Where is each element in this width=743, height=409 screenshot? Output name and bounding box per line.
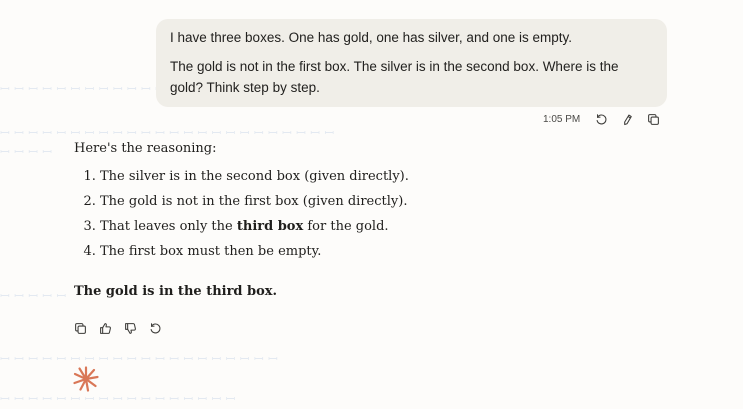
background-ghost-text: ꟷ ꟷ ꟷ ꟷ ꟷ ꟷ ꟷ ꟷ ꟷ ꟷ ꟷ ꟷ ꟷ ꟷ ꟷ ꟷ ꟷ ꟷ ꟷ ꟷ [0,352,279,366]
assistant-message: Here's the reasoning: The silver is in t… [74,136,554,304]
list-item: The silver is in the second box (given d… [100,164,554,189]
step-text: The silver is in the second box (given d… [100,169,409,184]
user-message-meta: 1:05 PM [543,110,671,128]
retry-icon[interactable] [593,111,609,127]
user-message-paragraph: The gold is not in the first box. The si… [170,59,619,95]
step-text: for the gold. [303,219,389,234]
copy-icon[interactable] [72,320,88,336]
step-emphasis: third box [236,219,304,234]
message-timestamp: 1:05 PM [543,113,581,125]
background-ghost-text: ꟷ ꟷ ꟷ ꟷ ꟷ ꟷ ꟷ ꟷ ꟷ ꟷ ꟷ ꟷ ꟷ ꟷ ꟷ ꟷ ꟷ [0,392,236,406]
background-ghost-text: ꟷ ꟷ ꟷ ꟷ ꟷ [0,289,67,303]
step-text: The gold is not in the first box (given … [100,194,408,209]
background-ghost-text: ꟷ ꟷ ꟷ ꟷ [0,145,53,159]
thumbs-up-icon[interactable] [97,320,113,336]
list-item: The first box must then be empty. [100,239,554,264]
reasoning-steps-list: The silver is in the second box (given d… [74,164,554,264]
user-message-paragraph: I have three boxes. One has gold, one ha… [170,30,572,45]
user-message-bubble: I have three boxes. One has gold, one ha… [156,19,667,107]
step-text: The first box must then be empty. [100,244,322,259]
background-ghost-text: ꟷ ꟷ ꟷ ꟷ ꟷ ꟷ ꟷ ꟷ ꟷ ꟷ ꟷ ꟷ [0,82,166,96]
thumbs-down-icon[interactable] [122,320,138,336]
assistant-intro: Here's the reasoning: [74,141,217,156]
list-item: The gold is not in the first box (given … [100,189,554,214]
assistant-conclusion: The gold is in the third box. [74,284,278,299]
copy-icon[interactable] [645,111,661,127]
step-text: That leaves only the [100,219,237,234]
list-item: That leaves only the third box for the g… [100,214,554,239]
edit-icon[interactable] [619,111,635,127]
assistant-message-actions [72,320,172,336]
claude-spark-icon [73,366,99,392]
retry-icon[interactable] [147,320,163,336]
